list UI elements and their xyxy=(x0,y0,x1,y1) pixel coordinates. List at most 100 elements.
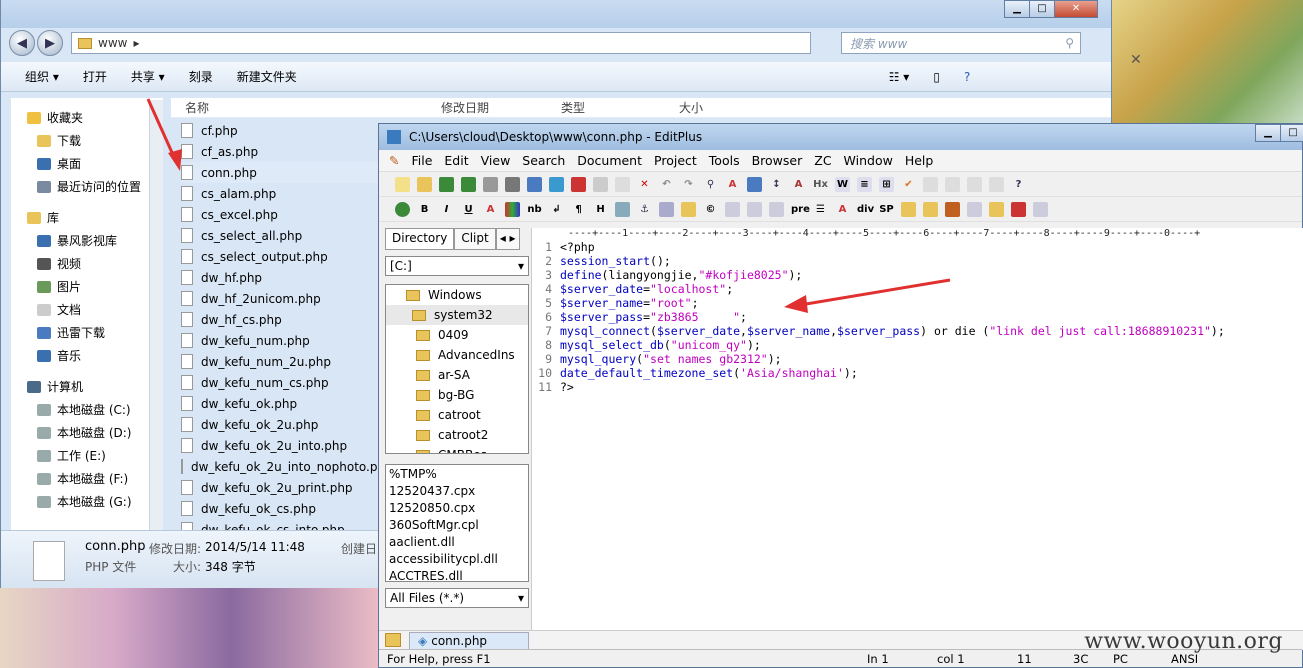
file-row[interactable]: dw_kefu_ok_2u_print.php xyxy=(181,477,381,498)
layer-icon[interactable] xyxy=(989,201,1004,217)
file-row[interactable]: dw_hf_2unicom.php xyxy=(181,288,381,309)
delete-icon[interactable]: ✕ xyxy=(637,177,652,192)
frame-icon[interactable] xyxy=(967,201,982,217)
file-row[interactable]: dw_kefu_num_cs.php xyxy=(181,372,381,393)
menu-tools[interactable]: Tools xyxy=(709,153,740,168)
file-row[interactable]: conn.php xyxy=(181,162,381,183)
globe-icon[interactable] xyxy=(395,201,410,217)
goto-icon[interactable]: ↕ xyxy=(769,177,784,192)
hex-icon[interactable]: Hx xyxy=(813,177,828,192)
menu-file[interactable]: File xyxy=(411,153,432,168)
color-picker-icon[interactable] xyxy=(1011,201,1026,217)
nav-music[interactable]: 音乐 xyxy=(11,344,163,367)
directory-icon[interactable] xyxy=(967,176,982,192)
replace-icon[interactable]: A xyxy=(725,177,740,192)
open-icon[interactable] xyxy=(417,176,432,192)
tree-folder[interactable]: catroot xyxy=(386,405,528,425)
file-list-item[interactable]: aaclient.dll xyxy=(386,533,528,550)
undo-icon[interactable]: ↶ xyxy=(659,177,674,192)
nav-drive-d[interactable]: 本地磁盘 (D:) xyxy=(11,421,163,444)
edit-icon[interactable] xyxy=(901,201,916,217)
preview-icon[interactable] xyxy=(1033,201,1048,217)
color-icon[interactable] xyxy=(505,201,520,217)
tree-folder[interactable]: system32 xyxy=(386,305,528,325)
file-row[interactable]: dw_kefu_num.php xyxy=(181,330,381,351)
open-button[interactable]: 打开 xyxy=(83,68,107,85)
anchor-icon[interactable]: ⚓ xyxy=(637,202,652,217)
tree-folder[interactable]: CMBBes xyxy=(386,445,528,453)
span-icon[interactable]: SP xyxy=(879,202,894,217)
col-type[interactable]: 类型 xyxy=(561,99,679,116)
nav-xunlei[interactable]: 迅雷下载 xyxy=(11,321,163,344)
context-help-icon[interactable]: ? xyxy=(1011,177,1026,192)
print-preview-icon[interactable] xyxy=(483,176,498,192)
close-icon[interactable]: ✕ xyxy=(1130,52,1142,68)
tree-folder[interactable]: AdvancedIns xyxy=(386,345,528,365)
code-area[interactable]: 1 <?php 2 session_start(); 3 define(liangyong… xyxy=(532,240,1303,394)
nav-drive-e[interactable]: 工作 (E:) xyxy=(11,444,163,467)
col-date[interactable]: 修改日期 xyxy=(441,99,561,116)
print-icon[interactable] xyxy=(505,176,520,192)
div-icon[interactable]: div xyxy=(857,202,874,217)
minimize-button[interactable]: ▁ xyxy=(1004,0,1030,18)
file-list-item[interactable]: ACCTRES.dll xyxy=(386,567,528,582)
help-icon[interactable]: ? xyxy=(964,70,970,84)
file-row[interactable]: cf.php xyxy=(181,120,381,141)
tab-cliptext[interactable]: Clipt xyxy=(454,228,496,250)
cut-icon[interactable] xyxy=(571,176,586,192)
nav-drive-c[interactable]: 本地磁盘 (C:) xyxy=(11,398,163,421)
maximize-button[interactable]: □ xyxy=(1280,124,1303,142)
file-filter-select[interactable]: All Files (*.*) ▾ xyxy=(385,588,529,608)
tree-folder[interactable]: bg-BG xyxy=(386,385,528,405)
nav-computer[interactable]: 计算机 xyxy=(11,375,163,398)
menu-help[interactable]: Help xyxy=(905,153,934,168)
window-list-icon[interactable] xyxy=(923,176,938,192)
tools-icon[interactable] xyxy=(945,201,960,217)
pre-icon[interactable]: pre xyxy=(791,202,810,217)
file-list-item[interactable]: 12520437.cpx xyxy=(386,482,528,499)
font-color-icon[interactable]: A xyxy=(483,202,498,217)
share-button[interactable]: 共享 ▾ xyxy=(131,68,165,85)
tree-folder[interactable]: Windows xyxy=(386,285,528,305)
css-icon[interactable] xyxy=(923,201,938,217)
nav-documents[interactable]: 文档 xyxy=(11,298,163,321)
menu-edit[interactable]: Edit xyxy=(444,153,468,168)
file-row[interactable]: cs_excel.php xyxy=(181,204,381,225)
file-row[interactable]: dw_hf_cs.php xyxy=(181,309,381,330)
italic-icon[interactable]: I xyxy=(439,202,454,217)
nav-baofeng[interactable]: 暴风影视库 xyxy=(11,229,163,252)
spellcheck-icon[interactable] xyxy=(527,176,542,192)
drive-select[interactable]: [C:] ▾ xyxy=(385,256,529,276)
word-wrap-icon[interactable]: W xyxy=(835,176,850,192)
tab-scroll-arrows[interactable]: ◂ ▸ xyxy=(495,228,520,250)
minimize-button[interactable]: ▁ xyxy=(1255,124,1281,142)
menu-document[interactable]: Document xyxy=(577,153,642,168)
table-icon[interactable] xyxy=(725,201,740,217)
link-icon[interactable] xyxy=(659,201,674,217)
find-in-files-icon[interactable] xyxy=(747,176,762,192)
file-row[interactable]: dw_kefu_ok_2u.php xyxy=(181,414,381,435)
text-a-icon[interactable]: A xyxy=(835,202,850,217)
nav-drive-f[interactable]: 本地磁盘 (F:) xyxy=(11,467,163,490)
bold-icon[interactable]: B xyxy=(417,202,432,217)
close-button[interactable]: ✕ xyxy=(1054,0,1098,18)
break-icon[interactable]: ↲ xyxy=(549,202,564,217)
nbsp-icon[interactable]: nb xyxy=(527,202,542,217)
font-icon[interactable]: A xyxy=(791,177,806,192)
underline-icon[interactable]: U xyxy=(461,202,476,217)
file-row[interactable]: cs_select_all.php xyxy=(181,225,381,246)
file-list-item[interactable]: 360SoftMgr.cpl xyxy=(386,516,528,533)
forward-button[interactable]: ▶ xyxy=(37,30,63,56)
burn-button[interactable]: 刻录 xyxy=(189,68,213,85)
file-list-item[interactable]: 12520850.cpx xyxy=(386,499,528,516)
file-row[interactable]: cs_select_output.php xyxy=(181,246,381,267)
menu-project[interactable]: Project xyxy=(654,153,697,168)
menu-zc[interactable]: ZC xyxy=(814,153,831,168)
save-all-icon[interactable] xyxy=(461,176,476,192)
paragraph-icon[interactable]: ¶ xyxy=(571,202,586,217)
view-options-icon[interactable]: ☷ ▾ xyxy=(889,70,910,84)
find-icon[interactable]: ⚲ xyxy=(703,177,718,192)
copy-icon[interactable] xyxy=(593,176,608,192)
menu-window[interactable]: Window xyxy=(844,153,893,168)
cliptext-icon[interactable] xyxy=(945,176,960,192)
